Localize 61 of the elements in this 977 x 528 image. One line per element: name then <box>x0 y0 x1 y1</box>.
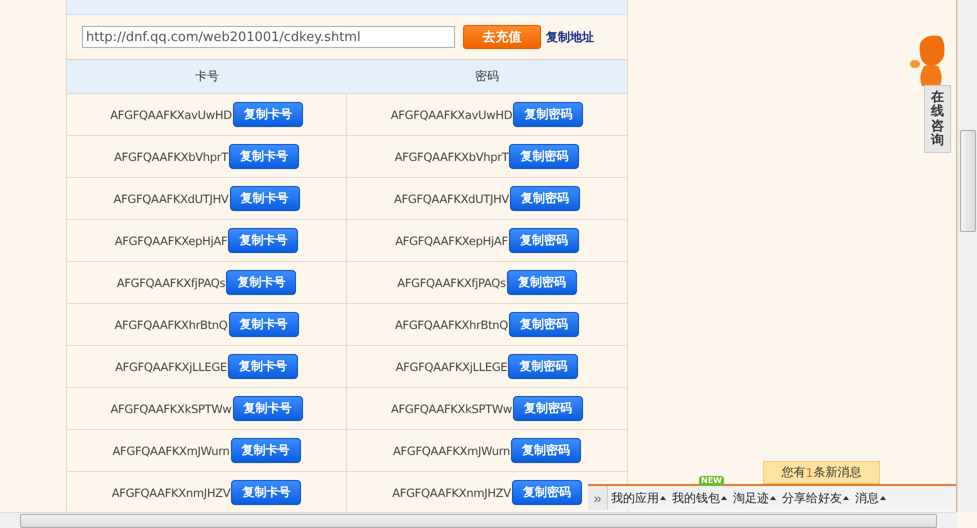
password-text: AFGFQAAFKXnmJHZV <box>392 486 511 500</box>
copy-card-button[interactable]: 复制卡号 <box>228 312 299 337</box>
copy-address-link[interactable]: 复制地址 <box>546 28 594 46</box>
password-text: AFGFQAAFKXdUTJHV <box>394 192 509 206</box>
password-text: AFGFQAAFKXepHjAF <box>395 234 508 248</box>
copy-card-button[interactable]: 复制卡号 <box>226 270 296 295</box>
card-number: AFGFQAAFKXhrBtnQ <box>114 318 228 332</box>
copy-password-button[interactable]: 复制密码 <box>512 480 582 505</box>
url-field[interactable]: http://dnf.qq.com/web201001/cdkey.shtml <box>82 26 455 48</box>
caret-icon <box>880 496 886 500</box>
password-text: AFGFQAAFKXjLLEGE <box>396 360 508 374</box>
card-number: AFGFQAAFKXmJWurn <box>112 444 230 458</box>
expand-button[interactable]: » <box>588 486 608 510</box>
copy-card-button[interactable]: 复制卡号 <box>230 438 300 463</box>
caret-icon <box>843 496 849 500</box>
new-badge: NEW <box>699 476 724 486</box>
copy-password-button[interactable]: 复制密码 <box>506 270 577 295</box>
copy-password-button[interactable]: 复制密码 <box>513 396 584 421</box>
copy-card-button[interactable]: 复制卡号 <box>228 228 298 253</box>
password-text: AFGFQAAFKXmJWurn <box>392 444 510 458</box>
copy-card-button[interactable]: 复制卡号 <box>232 396 303 421</box>
column-header: 卡号 <box>194 68 220 85</box>
copy-password-button[interactable]: 复制密码 <box>509 144 580 169</box>
recharge-button[interactable]: 去充值 <box>463 25 541 49</box>
password-text: AFGFQAAFKXfjPAQs <box>397 276 506 290</box>
toolbar-menu[interactable]: 消息 <box>852 490 889 506</box>
online-consult-tab[interactable]: 在线咨询 <box>924 85 951 153</box>
copy-password-button[interactable]: 复制密码 <box>513 102 584 127</box>
toolbar-menu[interactable]: 我的应用 <box>608 490 669 506</box>
card-number: AFGFQAAFKXepHjAF <box>114 234 228 248</box>
copy-card-button[interactable]: 复制卡号 <box>231 480 302 505</box>
copy-password-button[interactable]: 复制密码 <box>508 354 578 379</box>
toolbar-menu[interactable]: 分享给好友 <box>779 490 852 506</box>
copy-card-button[interactable]: 复制卡号 <box>232 102 303 127</box>
password-text: AFGFQAAFKXhrBtnQ <box>394 318 508 332</box>
copy-card-button[interactable]: 复制卡号 <box>230 186 300 211</box>
caret-icon <box>660 496 666 500</box>
copy-password-button[interactable]: 复制密码 <box>509 312 580 337</box>
password-text: AFGFQAAFKXbVhprT <box>394 150 508 164</box>
toolbar-menu[interactable]: 我的钱包 <box>669 490 730 506</box>
vertical-scrollbar[interactable] <box>957 0 977 512</box>
toolbar-menu[interactable]: 淘足迹 <box>730 490 779 506</box>
new-message-notice[interactable]: 您有1条新消息 <box>763 461 880 484</box>
caret-icon <box>721 496 727 500</box>
card-number: AFGFQAAFKXkSPTWw <box>110 402 232 416</box>
card-number: AFGFQAAFKXavUwHD <box>110 108 232 122</box>
copy-password-button[interactable]: 复制密码 <box>511 438 581 463</box>
horizontal-scrollbar[interactable] <box>0 512 957 528</box>
card-number: AFGFQAAFKXbVhprT <box>114 150 228 164</box>
copy-password-button[interactable]: 复制密码 <box>510 186 580 211</box>
password-text: AFGFQAAFKXkSPTWw <box>390 402 512 416</box>
copy-card-button[interactable]: 复制卡号 <box>228 354 298 379</box>
card-number: AFGFQAAFKXjLLEGE <box>115 360 227 374</box>
card-number: AFGFQAAFKXfjPAQs <box>116 276 226 290</box>
card-number: AFGFQAAFKXdUTJHV <box>114 192 228 206</box>
caret-icon <box>770 496 776 500</box>
column-header: 密码 <box>474 68 500 85</box>
copy-card-button[interactable]: 复制卡号 <box>228 144 299 169</box>
card-number: AFGFQAAFKXnmJHZV <box>112 486 230 500</box>
password-text: AFGFQAAFKXavUwHD <box>390 108 512 122</box>
copy-password-button[interactable]: 复制密码 <box>508 228 579 253</box>
